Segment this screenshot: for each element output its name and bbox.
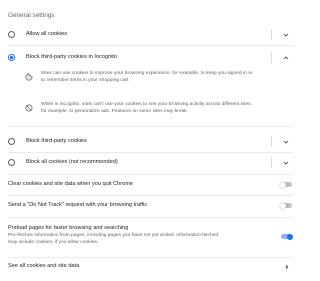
toggle-row-clear-on-quit[interactable]: Clear cookies and site data when you qui… xyxy=(0,178,300,192)
divider xyxy=(271,157,272,168)
detail-line: to remember items in your shopping cart xyxy=(41,78,129,84)
blocked-icon xyxy=(25,104,33,112)
preload-desc-line: may include cookies, if you allow cookie… xyxy=(8,240,99,246)
chevron-down-icon[interactable] xyxy=(282,159,290,167)
option-block-incognito-label: Block third-party cookies in Incognito xyxy=(26,54,118,60)
divider xyxy=(8,257,293,258)
divider xyxy=(8,45,293,46)
divider xyxy=(8,195,293,196)
toggle-knob xyxy=(280,202,286,209)
see-all-cookies-label: See all cookies and site data xyxy=(8,263,80,269)
detail-line: While in incognito, sites can't use your… xyxy=(41,102,252,107)
radio-block-all[interactable] xyxy=(8,159,15,166)
section-heading: General settings xyxy=(8,12,55,19)
toggle-row-do-not-track[interactable]: Send a "Do Not Track" request with your … xyxy=(0,199,300,213)
divider xyxy=(271,52,272,63)
radio-allow-all[interactable] xyxy=(8,31,15,38)
divider xyxy=(271,29,272,40)
divider xyxy=(271,136,272,147)
detail-line: Sites can use cookies to improve your br… xyxy=(41,71,253,76)
chevron-right-icon xyxy=(285,264,289,270)
preload-desc-line: Pre-fetches information from pages, incl… xyxy=(8,233,219,238)
option-allow-all-label: Allow all cookies xyxy=(26,31,68,37)
preload-description: Pre-fetches information from pages, incl… xyxy=(8,232,276,246)
divider xyxy=(8,152,293,153)
radio-block-third-party[interactable] xyxy=(8,138,15,145)
option-block-third-party[interactable]: Block third-party cookies xyxy=(0,135,300,149)
option-block-all[interactable]: Block all cookies (not recommended) xyxy=(0,156,300,170)
clear-on-quit-label: Clear cookies and site data when you qui… xyxy=(8,181,133,187)
chevron-up-icon[interactable] xyxy=(282,54,290,62)
detail-line: for example, to personalize ads. Feature… xyxy=(41,109,189,115)
divider xyxy=(8,217,293,218)
detail-cookie-text: Sites can use cookies to improve your br… xyxy=(41,70,296,84)
option-allow-all[interactable]: Allow all cookies xyxy=(0,27,300,41)
toggle-row-preload[interactable]: Preload pages for faster browsing and se… xyxy=(0,222,300,254)
toggle-knob xyxy=(280,181,286,188)
detail-incognito-text: While in incognito, sites can't use your… xyxy=(41,101,296,115)
cookie-icon xyxy=(25,73,33,81)
toggle-knob xyxy=(287,233,293,240)
option-block-third-party-label: Block third-party cookies xyxy=(26,138,87,144)
chevron-down-icon[interactable] xyxy=(282,31,290,39)
divider xyxy=(8,174,293,175)
preload-title: Preload pages for faster browsing and se… xyxy=(8,225,129,231)
see-all-cookies-link[interactable]: See all cookies and site data xyxy=(0,260,300,274)
radio-block-incognito[interactable] xyxy=(8,54,15,61)
option-block-incognito[interactable]: Block third-party cookies in Incognito xyxy=(0,51,300,65)
divider xyxy=(8,126,293,127)
option-block-all-label: Block all cookies (not recommended) xyxy=(26,159,118,165)
chevron-down-icon[interactable] xyxy=(282,138,290,146)
do-not-track-label: Send a "Do Not Track" request with your … xyxy=(8,202,148,208)
